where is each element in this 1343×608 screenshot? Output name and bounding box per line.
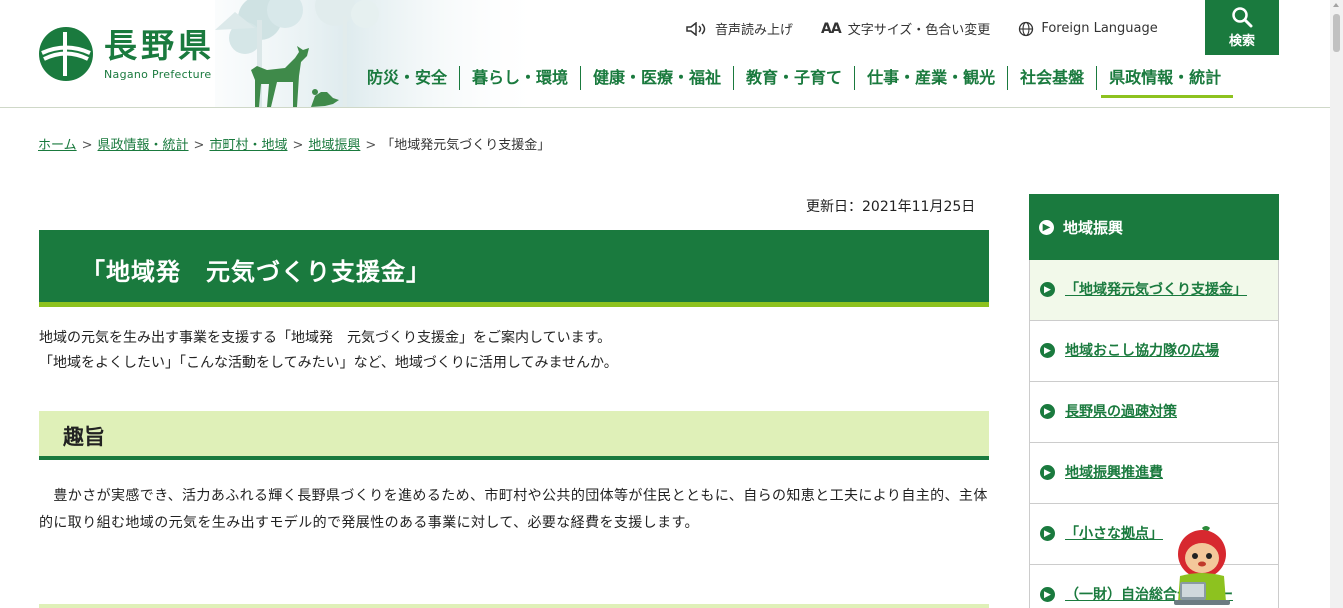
search-button[interactable]: 検索: [1205, 0, 1279, 55]
chevron-right-icon: ▶: [1040, 343, 1055, 358]
sidebar-item-cooperation-corps[interactable]: ▶ 地域おこし協力隊の広場: [1030, 321, 1278, 382]
section-heading: 趣旨: [63, 425, 105, 449]
breadcrumb-regional-promotion[interactable]: 地域振興: [308, 138, 360, 153]
sidebar-item-small-hub[interactable]: ▶ 「小さな拠点」: [1030, 504, 1278, 565]
foreign-language-link[interactable]: Foreign Language: [1018, 21, 1158, 37]
sidebar-item-depopulation[interactable]: ▶ 長野県の過疎対策: [1030, 382, 1278, 443]
breadcrumb-separator: >: [81, 138, 93, 153]
sidebar-item-genki-fund[interactable]: ▶ 「地域発元気づくり支援金」: [1030, 260, 1278, 321]
scrollbar-thumb[interactable]: [1333, 14, 1340, 52]
foreign-language-label: Foreign Language: [1041, 21, 1158, 36]
section-body: 豊かさが実感でき、活力あふれる輝く長野県づくりを進めるため、市町村や公共的団体等…: [39, 488, 988, 531]
intro-line-1: 地域の元気を生み出す事業を支援する「地域発 元気づくり支援金」をご案内しています…: [39, 330, 612, 346]
site-header: 長野県 Nagano Prefecture 音声読み上げ AA 文字サイズ・色合…: [0, 0, 1343, 108]
logo-english-text: Nagano Prefecture: [104, 68, 212, 81]
mascot-character-icon[interactable]: [1166, 524, 1238, 608]
page-title: 「地域発 元気づくり支援金」: [81, 258, 431, 286]
chevron-right-icon: ▶: [1040, 404, 1055, 419]
section-heading-box: 趣旨: [39, 411, 989, 460]
header-landscape-illustration: [215, 0, 545, 107]
sidebar-item-label: 「地域発元気づくり支援金」: [1065, 282, 1247, 298]
breadcrumb-home[interactable]: ホーム: [38, 138, 77, 153]
globe-icon: [1019, 21, 1034, 36]
page-scrollbar[interactable]: [1330, 0, 1343, 608]
text-size-label: 文字サイズ・色合い変更: [847, 23, 991, 38]
gnav-item-government[interactable]: 県政情報・統計: [1096, 66, 1234, 98]
sidebar-list: ▶ 「地域発元気づくり支援金」 ▶ 地域おこし協力隊の広場 ▶ 長野県の過疎対策…: [1029, 260, 1279, 608]
search-button-label: 検索: [1228, 34, 1255, 49]
intro-text: 地域の元気を生み出す事業を支援する「地域発 元気づくり支援金」をご案内しています…: [39, 326, 618, 376]
sidebar-item-label: 地域おこし協力隊の広場: [1065, 343, 1219, 359]
text-size-link[interactable]: AA 文字サイズ・色合い変更: [821, 19, 991, 39]
breadcrumb-separator: >: [365, 138, 377, 153]
sidebar-item-local-government-center[interactable]: ▶ （一財）自治総合センター: [1030, 565, 1278, 608]
gnav-item-infrastructure[interactable]: 社会基盤: [1007, 66, 1096, 90]
sidebar-item-promotion-expenses[interactable]: ▶ 地域振興推進費: [1030, 443, 1278, 504]
read-aloud-link[interactable]: 音声読み上げ: [686, 19, 793, 38]
sidebar: ▶ 地域振興 ▶ 「地域発元気づくり支援金」 ▶ 地域おこし協力隊の広場 ▶ 長…: [1029, 194, 1279, 608]
utility-nav: 音声読み上げ AA 文字サイズ・色合い変更 Foreign Language: [686, 19, 1186, 38]
breadcrumb-municipality[interactable]: 市町村・地域: [209, 138, 287, 153]
intro-line-2: 「地域をよくしたい」「こんな活動をしてみたい」など、地域づくりに活用してみません…: [39, 355, 618, 371]
breadcrumb-current: 「地域発元気づくり支援金」: [381, 138, 551, 153]
sidebar-item-label: 地域振興推進費: [1065, 465, 1163, 481]
page-title-box: 「地域発 元気づくり支援金」: [39, 230, 989, 307]
read-aloud-label: 音声読み上げ: [715, 23, 794, 38]
breadcrumb: ホーム > 県政情報・統計 > 市町村・地域 > 地域振興 > 「地域発元気づくり支援金」: [38, 134, 550, 153]
sidebar-item-label: 「小さな拠点」: [1065, 526, 1163, 542]
text-size-icon: AA: [821, 20, 842, 37]
breadcrumb-separator: >: [193, 138, 205, 153]
logo-japanese-text: 長野県: [104, 26, 215, 65]
gnav-item-disaster[interactable]: 防災・安全: [355, 66, 459, 90]
chevron-right-icon: ▶: [1040, 587, 1055, 602]
updated-date: 更新日：2021年11月25日: [806, 199, 976, 215]
site-logo[interactable]: 長野県 Nagano Prefecture: [38, 26, 215, 82]
chevron-right-icon: ▶: [1040, 465, 1055, 480]
gnav-item-health[interactable]: 健康・医療・福祉: [580, 66, 733, 90]
breadcrumb-separator: >: [292, 138, 304, 153]
chevron-right-icon: ▶: [1040, 526, 1055, 541]
gnav-item-living[interactable]: 暮らし・環境: [459, 66, 580, 90]
next-section-heading-box: [39, 604, 989, 608]
chevron-right-icon: ▶: [1040, 282, 1055, 297]
gnav-item-education[interactable]: 教育・子育て: [733, 66, 854, 90]
prefecture-emblem-icon: [39, 27, 93, 81]
breadcrumb-government[interactable]: 県政情報・統計: [98, 138, 189, 153]
search-icon: [1232, 7, 1253, 28]
sidebar-heading-label: 地域振興: [1063, 218, 1124, 237]
sidebar-item-label: 長野県の過疎対策: [1065, 404, 1177, 420]
chevron-right-icon: ▶: [1039, 219, 1054, 235]
speaker-icon: [686, 21, 706, 36]
sidebar-heading[interactable]: ▶ 地域振興: [1029, 194, 1279, 260]
global-nav: 防災・安全 暮らし・環境 健康・医療・福祉 教育・子育て 仕事・産業・観光 社会…: [355, 66, 1234, 98]
gnav-item-industry[interactable]: 仕事・産業・観光: [854, 66, 1007, 90]
scroll-up-arrow-icon[interactable]: [1333, 3, 1339, 7]
